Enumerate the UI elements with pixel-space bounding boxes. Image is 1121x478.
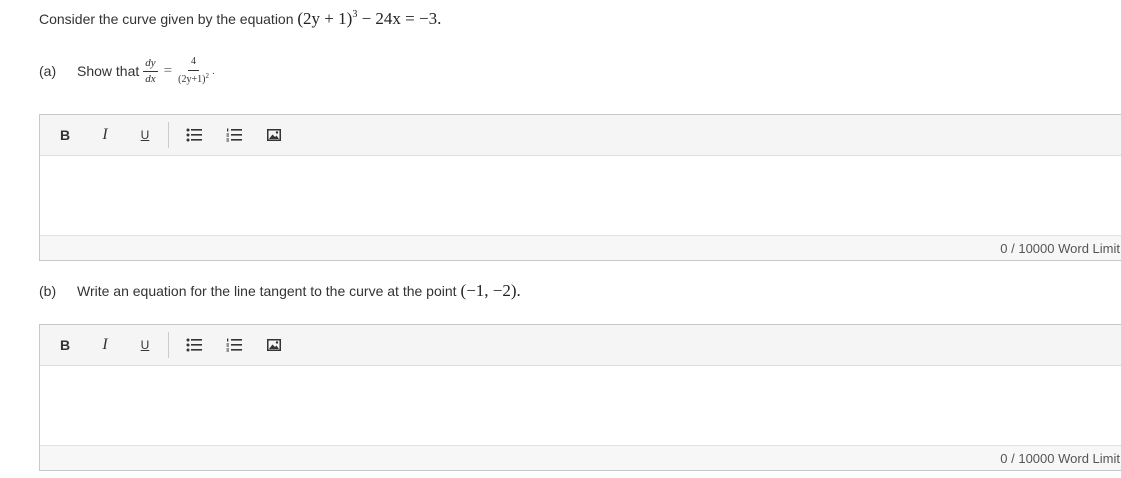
bulleted-list-icon — [186, 338, 202, 352]
bulleted-list-button[interactable] — [181, 122, 207, 148]
editor-footer: 0 / 10000 Word Limit — [40, 445, 1121, 470]
bulleted-list-icon — [186, 128, 202, 142]
part-b-label: (b) — [39, 283, 57, 299]
part-a-text: Show that — [77, 63, 140, 79]
derivative-fraction: dy dx — [143, 56, 158, 85]
toolbar-divider — [168, 122, 169, 148]
numbered-list-button[interactable] — [221, 122, 247, 148]
answer-text-area[interactable] — [40, 366, 1121, 446]
point-coordinates: (−1, −2). — [460, 281, 521, 300]
italic-button[interactable]: I — [92, 332, 118, 358]
underline-button[interactable]: U — [132, 122, 158, 148]
answer-text-area[interactable] — [40, 156, 1121, 236]
italic-button[interactable]: I — [92, 122, 118, 148]
insert-image-button[interactable] — [261, 332, 287, 358]
equals-sign: = — [163, 62, 173, 79]
numbered-list-icon — [226, 338, 242, 352]
numbered-list-button[interactable] — [221, 332, 247, 358]
part-a-label: (a) — [39, 63, 57, 79]
editor-toolbar: B I U — [40, 115, 1121, 156]
part-b-prompt: (b) Write an equation for the line tange… — [39, 281, 521, 301]
answer-editor-b: B I U 0 / 10000 Word Limit — [39, 324, 1121, 471]
image-icon — [267, 129, 281, 141]
question-stem: Consider the curve given by the equation… — [39, 9, 441, 29]
rhs-fraction: 4 (2y+1)2 — [178, 56, 209, 85]
trailing-period: . — [211, 65, 215, 77]
bulleted-list-button[interactable] — [181, 332, 207, 358]
word-limit-counter: 0 / 10000 Word Limit — [1000, 241, 1120, 256]
word-limit-counter: 0 / 10000 Word Limit — [1000, 451, 1120, 466]
editor-toolbar: B I U — [40, 325, 1121, 366]
answer-editor-a: B I U 0 / 10000 Word Limit — [39, 114, 1121, 261]
underline-button[interactable]: U — [132, 332, 158, 358]
insert-image-button[interactable] — [261, 122, 287, 148]
numbered-list-icon — [226, 128, 242, 142]
stem-equation: (2y + 1)3 − 24x = −3. — [297, 9, 442, 28]
bold-button[interactable]: B — [52, 332, 78, 358]
part-a-prompt: (a) Show that dy dx = 4 (2y+1)2 . — [39, 57, 215, 85]
editor-footer: 0 / 10000 Word Limit — [40, 235, 1121, 260]
image-icon — [267, 339, 281, 351]
toolbar-divider — [168, 332, 169, 358]
part-b-text: Write an equation for the line tangent t… — [77, 283, 457, 299]
stem-text: Consider the curve given by the equation — [39, 11, 294, 27]
bold-button[interactable]: B — [52, 122, 78, 148]
